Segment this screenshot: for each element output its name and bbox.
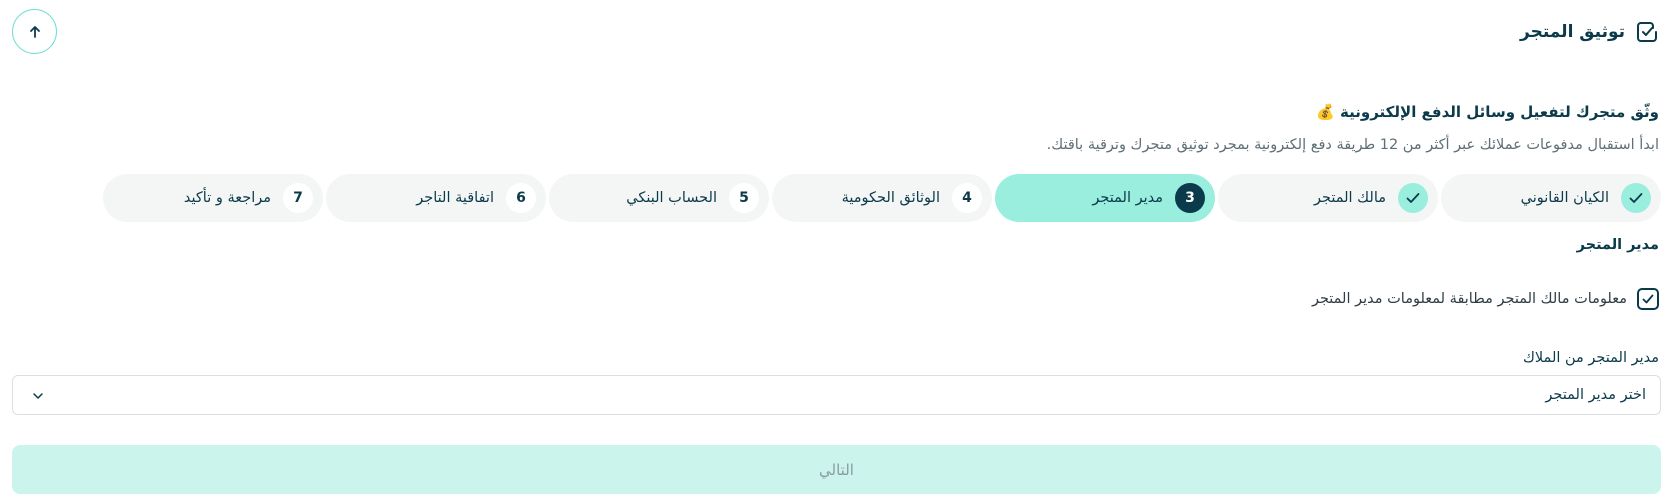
step-number: 6: [506, 183, 536, 213]
same-info-checkbox[interactable]: [1637, 288, 1659, 310]
step-label: مالك المتجر: [1314, 190, 1386, 206]
store-verify-icon: [1637, 22, 1657, 42]
page-title: توثيق المتجر: [1520, 22, 1625, 42]
step-number: 7: [283, 183, 313, 213]
intro-heading: وثّق متجرك لتفعيل وسائل الدفع الإلكتروني…: [1316, 103, 1659, 121]
next-button[interactable]: التالي: [12, 445, 1661, 494]
check-icon: [1642, 294, 1654, 304]
step-label: اتفاقية التاجر: [416, 190, 494, 206]
scroll-up-button[interactable]: [12, 9, 57, 54]
step-legal-entity[interactable]: الكيان القانوني: [1441, 174, 1661, 222]
manager-select[interactable]: اختر مدير المتجر: [12, 375, 1661, 415]
manager-select-value: اختر مدير المتجر: [1545, 387, 1646, 403]
step-merchant-agreement[interactable]: 6 اتفاقية التاجر: [326, 174, 546, 222]
check-icon: [1621, 183, 1651, 213]
step-label: مدير المتجر: [1092, 190, 1163, 206]
step-review-confirm[interactable]: 7 مراجعة و تأكيد: [103, 174, 323, 222]
chevron-down-icon: [33, 393, 43, 399]
step-store-owner[interactable]: مالك المتجر: [1218, 174, 1438, 222]
step-bank-account[interactable]: 5 الحساب البنكي: [549, 174, 769, 222]
stepper: الكيان القانوني مالك المتجر 3 مدير المتج…: [12, 174, 1661, 222]
step-label: الوثائق الحكومية: [841, 190, 940, 206]
step-number: 3: [1175, 183, 1205, 213]
same-info-label: معلومات مالك المتجر مطابقة لمعلومات مدير…: [1311, 291, 1627, 307]
step-label: مراجعة و تأكيد: [183, 190, 271, 206]
intro-description: ابدأ استقبال مدفوعات عملائك عبر أكثر من …: [1046, 137, 1659, 153]
check-icon: [1398, 183, 1428, 213]
page-header: توثيق المتجر: [0, 0, 1673, 68]
step-number: 5: [729, 183, 759, 213]
arrow-up-icon: [29, 25, 40, 38]
step-label: الحساب البنكي: [626, 190, 717, 206]
manager-select-label: مدير المتجر من الملاك: [1522, 350, 1659, 366]
same-info-option: معلومات مالك المتجر مطابقة لمعلومات مدير…: [1312, 288, 1659, 310]
section-title: مدير المتجر: [1576, 237, 1659, 253]
step-number: 4: [952, 183, 982, 213]
step-government-documents[interactable]: 4 الوثائق الحكومية: [772, 174, 992, 222]
page-title-group: توثيق المتجر: [1520, 20, 1659, 44]
step-store-manager[interactable]: 3 مدير المتجر: [995, 174, 1215, 222]
step-label: الكيان القانوني: [1520, 190, 1609, 206]
